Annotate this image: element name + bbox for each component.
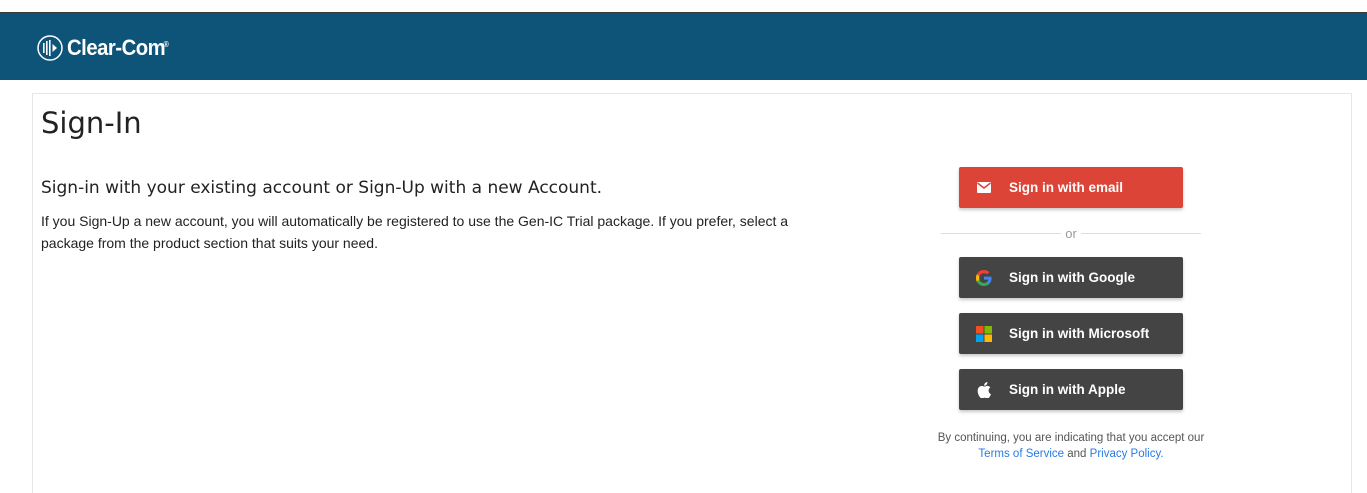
legal-prefix: By continuing, you are indicating that y… bbox=[937, 432, 1205, 444]
sign-in-email-label: Sign in with email bbox=[1009, 180, 1124, 195]
legal-notice: By continuing, you are indicating that y… bbox=[899, 430, 1243, 462]
legal-and: and bbox=[1067, 448, 1087, 460]
sign-in-apple-button[interactable]: Sign in with Apple bbox=[959, 369, 1183, 410]
or-divider: or bbox=[941, 225, 1201, 241]
clear-com-logo[interactable]: Clear-Com® bbox=[37, 35, 177, 61]
google-icon bbox=[975, 269, 993, 287]
privacy-policy-link[interactable]: Privacy Policy bbox=[1090, 448, 1161, 460]
divider-or-text: or bbox=[1065, 225, 1077, 241]
sign-in-card: Sign-In Sign-in with your existing accou… bbox=[32, 93, 1352, 493]
sign-in-google-label: Sign in with Google bbox=[1009, 270, 1135, 285]
sign-in-apple-label: Sign in with Apple bbox=[1009, 382, 1126, 397]
microsoft-icon bbox=[975, 325, 993, 343]
apple-icon bbox=[975, 381, 993, 399]
terms-of-service-link[interactable]: Terms of Service bbox=[978, 448, 1064, 460]
sign-in-microsoft-label: Sign in with Microsoft bbox=[1009, 326, 1150, 341]
sign-in-lead-text: Sign-in with your existing account or Si… bbox=[41, 178, 603, 198]
sign-up-info-text: If you Sign-Up a new account, you will a… bbox=[41, 213, 789, 251]
sign-in-microsoft-button[interactable]: Sign in with Microsoft bbox=[959, 313, 1183, 354]
page-title: Sign-In bbox=[41, 106, 142, 140]
clear-com-logo-icon bbox=[37, 35, 63, 61]
logo-text: Clear-Com® bbox=[67, 35, 169, 60]
top-bar: Clear-Com® bbox=[0, 12, 1367, 80]
sign-in-email-button[interactable]: Sign in with email bbox=[959, 167, 1183, 208]
divider-line-right bbox=[1080, 232, 1201, 234]
mail-icon bbox=[975, 179, 993, 197]
legal-suffix: . bbox=[1160, 448, 1164, 460]
sign-in-google-button[interactable]: Sign in with Google bbox=[959, 257, 1183, 298]
divider-line-left bbox=[941, 232, 1062, 234]
